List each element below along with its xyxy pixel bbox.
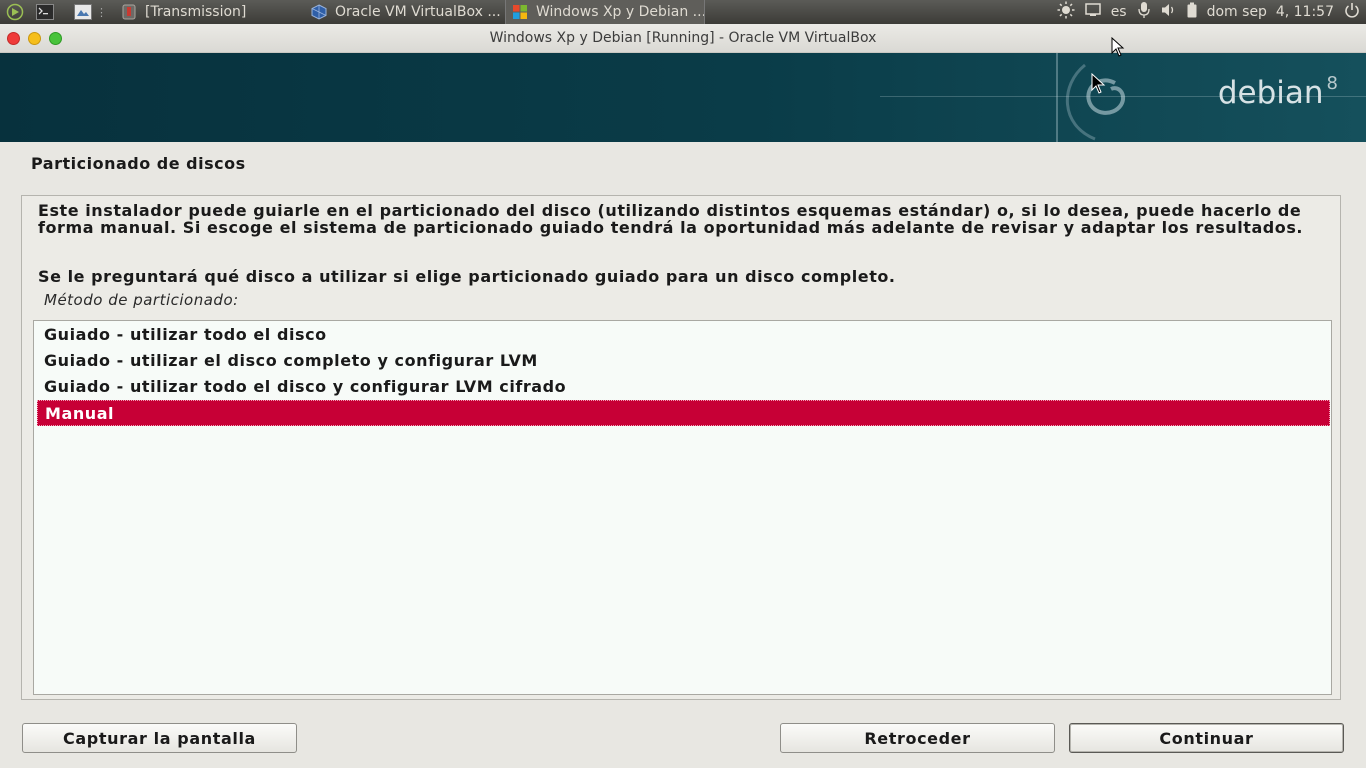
continue-button[interactable]: Continuar: [1069, 723, 1344, 753]
brightness-icon[interactable]: [1057, 1, 1075, 23]
screenshot-button[interactable]: Capturar la pantalla: [22, 723, 297, 753]
transmission-icon: [121, 4, 137, 20]
system-tray: es dom sep 4, 11:57: [1057, 0, 1366, 24]
keyboard-layout-indicator[interactable]: es: [1111, 4, 1127, 20]
list-item-selected[interactable]: Manual: [37, 400, 1330, 426]
method-label: Método de particionado:: [44, 291, 239, 309]
task-windows-xp-debian[interactable]: Windows Xp y Debian ...: [505, 0, 705, 24]
microphone-icon[interactable]: [1137, 1, 1151, 23]
mouse-cursor-icon: [1111, 37, 1125, 57]
window-titlebar[interactable]: Windows Xp y Debian [Running] - Oracle V…: [0, 24, 1366, 53]
guest-cursor-icon: [1091, 73, 1106, 94]
virtualbox-icon: [311, 4, 327, 20]
task-virtualbox[interactable]: Oracle VM VirtualBox ...: [305, 0, 505, 24]
back-button[interactable]: Retroceder: [780, 723, 1055, 753]
window-controls: [7, 32, 62, 45]
top-panel: ⋮ [Transmission] Oracle VM VirtualBox ..…: [0, 0, 1366, 24]
power-icon[interactable]: [1344, 2, 1360, 22]
description-text: Este instalador puede guiarle en el part…: [38, 201, 1304, 237]
list-item[interactable]: Guiado - utilizar el disco completo y co…: [37, 348, 1330, 374]
task-label: Windows Xp y Debian ...: [536, 4, 705, 20]
minimize-window-button[interactable]: [28, 32, 41, 45]
task-transmission[interactable]: [Transmission]: [115, 0, 305, 24]
debian-banner: debian 8: [0, 53, 1366, 142]
close-window-button[interactable]: [7, 32, 20, 45]
display-icon[interactable]: [1084, 3, 1101, 21]
debian-logo: debian 8: [1218, 73, 1338, 111]
maximize-window-button[interactable]: [49, 32, 62, 45]
task-label: Oracle VM VirtualBox ...: [335, 4, 501, 20]
content-frame: Este instalador puede guiarle en el part…: [21, 195, 1341, 700]
image-viewer-icon[interactable]: [72, 1, 94, 23]
clock[interactable]: dom sep 4, 11:57: [1207, 4, 1334, 20]
window-title: Windows Xp y Debian [Running] - Oracle V…: [489, 30, 877, 46]
debian-swirl-icon: [1065, 63, 1126, 141]
task-label: [Transmission]: [145, 4, 247, 20]
list-item[interactable]: Guiado - utilizar todo el disco: [37, 322, 1330, 348]
page-title: Particionado de discos: [31, 154, 246, 173]
windows-icon: [512, 4, 528, 20]
debian-logo-version: 8: [1326, 73, 1338, 94]
debian-logo-text: debian: [1217, 75, 1324, 111]
volume-icon[interactable]: [1161, 2, 1177, 22]
panel-separator: ⋮: [96, 5, 107, 19]
launcher-icon[interactable]: [4, 1, 26, 23]
description-text-2: Se le preguntará qué disco a utilizar si…: [38, 267, 896, 286]
battery-icon[interactable]: [1187, 2, 1197, 22]
list-item[interactable]: Guiado - utilizar todo el disco y config…: [37, 374, 1330, 400]
terminal-icon[interactable]: [34, 1, 56, 23]
partition-method-list[interactable]: Guiado - utilizar todo el disco Guiado -…: [33, 320, 1332, 695]
